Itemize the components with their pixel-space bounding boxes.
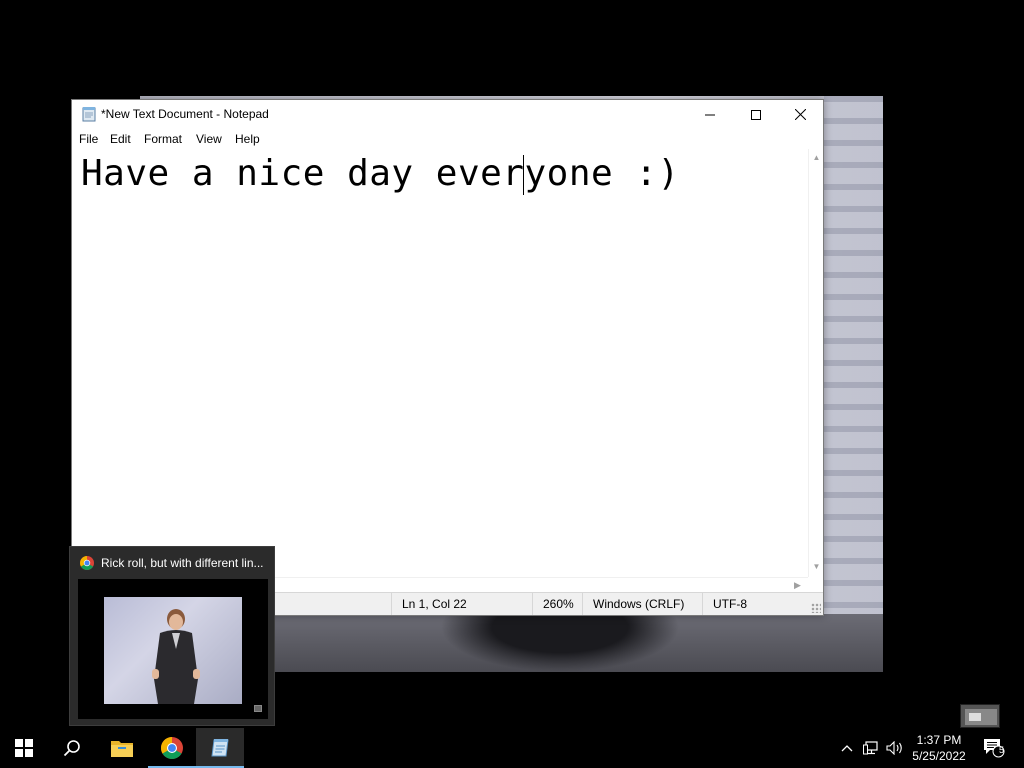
minimize-button[interactable] [687,100,733,129]
scroll-down-icon[interactable]: ▼ [812,562,821,571]
chevron-up-icon[interactable] [837,738,857,758]
notepad-icon [211,739,229,757]
clock-date: 5/25/2022 [912,749,966,763]
menu-format[interactable]: Format [144,132,182,146]
notepad-app-icon[interactable] [81,106,97,122]
menu-file[interactable]: File [79,132,98,146]
window-title: *New Text Document - Notepad [101,107,269,121]
menu-bar: File Edit Format View Help [72,129,823,149]
video-window-tracery [824,96,883,672]
video-dancer-silhouette [440,608,680,672]
taskbar: 1:37 PM 5/25/2022 5 [0,728,1024,768]
scroll-right-icon[interactable]: ▶ [794,580,801,591]
text-caret [523,155,524,195]
notification-count-badge: 5 [998,745,1004,755]
notepad-window[interactable]: *New Text Document - Notepad File Edit F… [71,99,824,616]
taskbar-thumbnail-preview[interactable]: Rick roll, but with different lin... [69,546,275,726]
file-explorer-icon [111,741,133,757]
close-button[interactable] [777,100,823,129]
document-text[interactable]: Have a nice day everyone :) [81,153,680,194]
taskbar-notepad[interactable] [196,728,244,768]
maximize-icon [751,109,761,120]
taskbar-chrome[interactable] [148,728,196,768]
zoom-level: 260% [532,593,582,615]
taskbar-file-explorer[interactable] [98,728,146,768]
chrome-icon [161,737,183,759]
preview-frame[interactable] [78,579,268,719]
scroll-up-icon[interactable]: ▲ [812,153,821,162]
cursor-position: Ln 1, Col 22 [391,593,532,615]
resize-grip-icon[interactable] [811,603,821,613]
tray-thumbnail-image [960,704,1000,728]
desktop[interactable]: *New Text Document - Notepad File Edit F… [0,0,1024,768]
minimize-icon [705,114,715,115]
network-icon[interactable] [861,738,881,758]
system-clock[interactable]: 1:37 PM 5/25/2022 [908,732,970,764]
close-icon [794,109,806,120]
menu-view[interactable]: View [196,132,222,146]
menu-help[interactable]: Help [235,132,260,146]
clock-time: 1:37 PM [916,733,962,747]
preview-title: Rick roll, but with different lin... [101,556,264,570]
encoding: UTF-8 [702,593,823,615]
menu-edit[interactable]: Edit [110,132,131,146]
search-icon [63,740,80,757]
singer-figure [152,609,200,704]
line-ending: Windows (CRLF) [582,593,702,615]
picture-in-picture-icon[interactable] [254,705,262,712]
chrome-icon [80,556,94,570]
vertical-scrollbar[interactable]: ▲ ▼ [808,149,823,577]
action-center-button[interactable]: 5 [982,738,1006,758]
start-button[interactable] [0,728,48,768]
preview-video-thumbnail [104,597,242,704]
volume-icon[interactable] [885,738,905,758]
search-button[interactable] [48,728,96,768]
maximize-button[interactable] [733,100,779,129]
title-bar[interactable]: *New Text Document - Notepad [72,100,823,129]
text-editor-area[interactable]: Have a nice day everyone :) [72,149,808,577]
start-icon [15,739,33,757]
